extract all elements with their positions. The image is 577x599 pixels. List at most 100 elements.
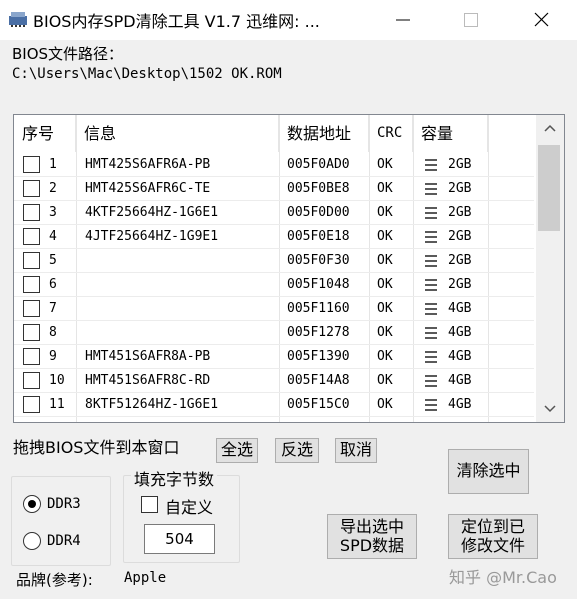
row-address: 005F1160 [287,301,350,316]
capacity-icon [425,399,437,411]
row-number: 7 [49,301,57,316]
scroll-up-button[interactable] [536,115,564,141]
brand-value: Apple [124,570,167,586]
row-address: 005F0BE8 [287,181,350,196]
path-value: C:\Users\Mac\Desktop\1502 OK.ROM [12,66,282,82]
row-address: 005F1278 [287,325,350,340]
row-info: HMT425S6AFR6C-TE [85,181,211,196]
list-item[interactable]: 11 8KTF51264HZ-1G6E1 005F15C0 OK 4GB [14,393,534,417]
row-number: 5 [49,253,57,268]
row-number: 8 [49,325,57,340]
list-item[interactable]: 4 4JTF25664HZ-1G9E1 005F0E18 OK 2GB [14,225,534,249]
row-info: 4JTF25664HZ-1G9E1 [85,229,219,244]
export-spd-button[interactable]: 导出选中 SPD数据 [327,514,417,559]
window-title: BIOS内存SPD清除工具 V1.7 迅维网: ... [33,12,320,31]
column-header-crc[interactable]: CRC [369,115,413,152]
row-address: 005F0AD0 [287,157,350,172]
row-checkbox[interactable] [23,396,40,413]
drag-hint: 拖拽BIOS文件到本窗口 [13,438,180,457]
row-checkbox[interactable] [23,204,40,221]
invert-selection-button[interactable]: 反选 [275,438,319,463]
vertical-scrollbar[interactable] [536,115,564,422]
column-header-capacity[interactable]: 容量 [413,115,488,152]
list-item[interactable]: 10 HMT451S6AFR8C-RD 005F14A8 OK 4GB [14,369,534,393]
row-number: 1 [49,157,57,172]
locate-button-line2: 修改文件 [460,535,525,555]
capacity-icon [425,255,437,267]
capacity-icon [425,327,437,339]
cancel-selection-button[interactable]: 取消 [335,438,377,463]
row-number: 9 [49,349,57,364]
row-crc: OK [377,181,393,196]
row-info: HMT451S6AFR8C-RD [85,373,211,388]
minimize-button[interactable] [375,0,431,40]
row-checkbox[interactable] [23,276,40,293]
list-item[interactable]: 6 005F1048 OK 2GB [14,273,534,297]
list-item[interactable]: 9 HMT451S6AFR8A-PB 005F1390 OK 4GB [14,345,534,369]
row-number: 4 [49,229,57,244]
chevron-up-icon [544,124,556,132]
fill-bytes-input[interactable]: 504 [144,524,215,554]
row-checkbox[interactable] [23,228,40,245]
ddr-type-group [11,476,111,566]
row-checkbox[interactable] [23,300,40,317]
select-all-button[interactable]: 全选 [216,438,258,463]
row-info: 4KTF25664HZ-1G6E1 [85,205,219,220]
export-button-line2: SPD数据 [339,535,405,555]
close-button[interactable] [513,0,569,40]
column-header-address[interactable]: 数据地址 [279,115,369,152]
list-item[interactable]: 5 005F0F30 OK 2GB [14,249,534,273]
app-icon [9,12,27,27]
row-number: 3 [49,205,57,220]
maximize-button[interactable] [443,0,499,40]
row-checkbox[interactable] [23,252,40,269]
ddr3-radio[interactable] [23,495,41,513]
list-header: 序号 信息 数据地址 CRC 容量 [14,115,534,152]
row-address: 005F0F30 [287,253,350,268]
capacity-icon [425,159,437,171]
row-crc: OK [377,277,393,292]
list-item[interactable]: 8 005F1278 OK 4GB [14,321,534,345]
path-label: BIOS文件路径： [12,45,124,63]
row-capacity: 2GB [448,157,472,172]
column-header-no[interactable]: 序号 [14,115,76,152]
row-number: 6 [49,277,57,292]
row-address: 005F0D00 [287,205,350,220]
ddr4-label: DDR4 [47,533,81,549]
radio-selected-dot [28,500,36,508]
row-number: 10 [49,373,65,388]
list-item[interactable]: 1 HMT425S6AFR6A-PB 005F0AD0 OK 2GB [14,153,534,177]
capacity-icon [425,207,437,219]
row-checkbox[interactable] [23,348,40,365]
row-capacity: 4GB [448,325,472,340]
capacity-icon [425,375,437,387]
capacity-icon [425,303,437,315]
row-checkbox[interactable] [23,180,40,197]
clear-selected-button[interactable]: 清除选中 [448,449,529,494]
locate-modified-file-button[interactable]: 定位到已 修改文件 [448,514,538,559]
export-button-line1: 导出选中 [339,517,404,537]
scroll-thumb[interactable] [538,145,560,231]
list-item[interactable]: 2 HMT425S6AFR6C-TE 005F0BE8 OK 2GB [14,177,534,201]
row-crc: OK [377,325,393,340]
row-crc: OK [377,301,393,316]
row-number: 11 [49,397,65,412]
row-capacity: 2GB [448,277,472,292]
row-checkbox[interactable] [23,324,40,341]
row-checkbox[interactable] [23,372,40,389]
custom-checkbox[interactable] [141,496,158,513]
scroll-down-button[interactable] [536,396,564,422]
row-capacity: 2GB [448,181,472,196]
row-checkbox[interactable] [23,156,40,173]
list-item[interactable]: 3 4KTF25664HZ-1G6E1 005F0D00 OK 2GB [14,201,534,225]
close-icon [534,12,549,27]
row-address: 005F15C0 [287,397,350,412]
row-capacity: 4GB [448,301,472,316]
column-header-info[interactable]: 信息 [76,115,279,152]
ddr4-radio[interactable] [23,532,41,550]
spd-list[interactable]: 序号 信息 数据地址 CRC 容量 1 HMT425S6AFR6A-PB 005F0… [13,114,565,423]
list-item[interactable]: 7 005F1160 OK 4GB [14,297,534,321]
watermark: 知乎 @Mr.Cao [449,568,557,587]
row-info: HMT425S6AFR6A-PB [85,157,211,172]
row-info: 8KTF51264HZ-1G6E1 [85,397,219,412]
